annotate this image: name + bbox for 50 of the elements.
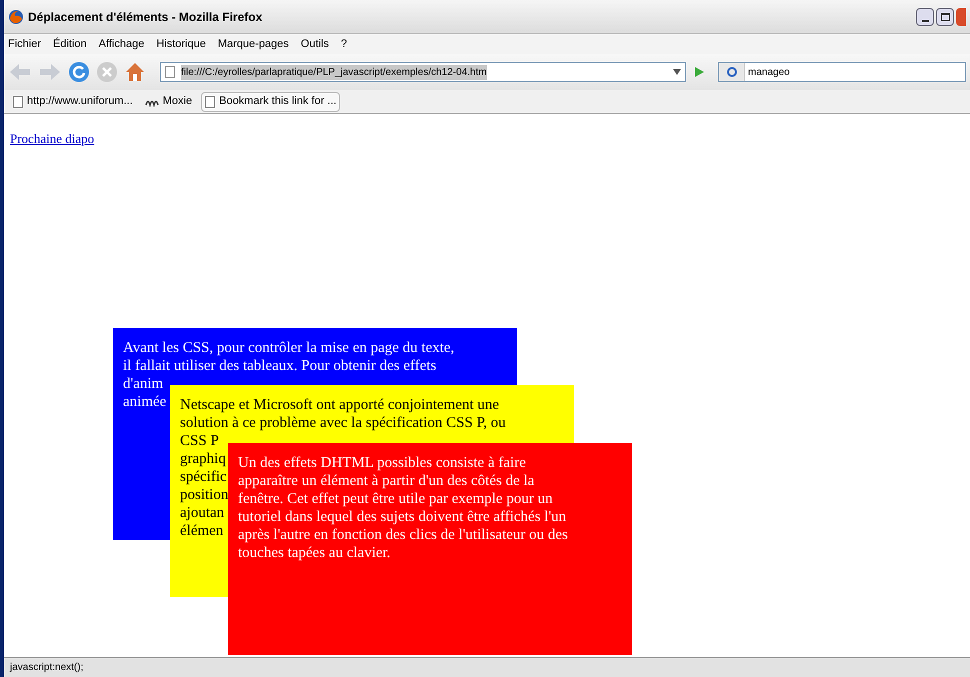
menu-item[interactable]: Outils [300, 36, 329, 52]
text-line: touches tapées au clavier. [238, 544, 390, 562]
menu-item[interactable]: Historique [156, 36, 206, 52]
text-line: après l'autre en fonction des clics de l'utilisateur ou des [238, 526, 568, 544]
text-line: position [180, 486, 228, 504]
reload-icon[interactable] [68, 61, 90, 83]
close-button[interactable] [956, 8, 966, 26]
bookmark-item[interactable]: Bookmark this link for ... [201, 92, 340, 112]
page-icon [165, 66, 175, 78]
address-text: file:///C:/eyrolles/parlapratique/PLP_javascript/exemples/ch12-04.htm [181, 64, 487, 80]
menu-item[interactable]: Marque-pages [218, 36, 289, 52]
text-line: apparaître un élément à partir d'un des côtés de la [238, 472, 534, 490]
text-line: ajoutan [180, 504, 224, 522]
text-line: graphiq [180, 450, 226, 468]
menu-item[interactable]: ? [340, 36, 348, 52]
minimize-icon [922, 20, 928, 22]
bookmark-item[interactable]: http://www.uniforum... [10, 92, 136, 112]
status-text: javascript:next(); [10, 661, 84, 675]
menu-item[interactable]: Édition [53, 36, 87, 52]
bookmark-label[interactable]: Moxie [162, 93, 192, 110]
text-line: fenêtre. Cet effet peut être utile par exemple pour un [238, 490, 553, 508]
page-icon [205, 96, 216, 108]
text-line: Netscape et Microsoft ont apporté conjointement une [180, 396, 500, 414]
page-icon [13, 96, 23, 108]
text-line: Un des effets DHTML possibles consiste à faire [238, 454, 526, 472]
bookmark-item[interactable]: Moxie [142, 92, 196, 112]
window-title: Déplacement d'éléments - Mozilla Firefox [28, 8, 262, 26]
text-line: élémen [180, 522, 224, 540]
menu-item[interactable]: Affichage [98, 36, 144, 52]
text-line: animée [123, 393, 166, 411]
text-line: Avant les CSS, pour contrôler la mise en page du texte, [123, 339, 454, 357]
go-arrow-icon[interactable] [692, 65, 706, 79]
text-line: solution à ce problème avec la spécification CSS P, ou [180, 414, 506, 432]
next-slide-link[interactable]: Prochaine diapo [10, 130, 94, 148]
minimize-button[interactable] [916, 8, 934, 26]
text-line: d'anim [123, 375, 164, 393]
maximize-button[interactable] [936, 8, 954, 26]
bookmark-label[interactable]: Bookmark this link for ... [219, 93, 336, 110]
address-field[interactable]: file:///C:/eyrolles/parlapratique/PLP_javascript/exemples/ch12-04.htm [160, 62, 686, 82]
menu-item[interactable]: Fichier [8, 36, 42, 52]
home-icon[interactable] [124, 61, 146, 83]
dropdown-arrow-icon[interactable] [673, 69, 681, 75]
bookmark-label[interactable]: http://www.uniforum... [27, 93, 133, 110]
text-line: CSS P [180, 432, 219, 450]
text-line: spécific [180, 468, 227, 486]
search-text: manageo [748, 66, 790, 80]
text-line: tutoriel dans lequel des sujets doivent être affichés l'un [238, 508, 566, 526]
maximize-icon [940, 12, 950, 20]
search-field[interactable]: manageo [718, 62, 966, 82]
text-line: il fallait utiliser des tableaux. Pour obtenir des effets [123, 357, 436, 375]
